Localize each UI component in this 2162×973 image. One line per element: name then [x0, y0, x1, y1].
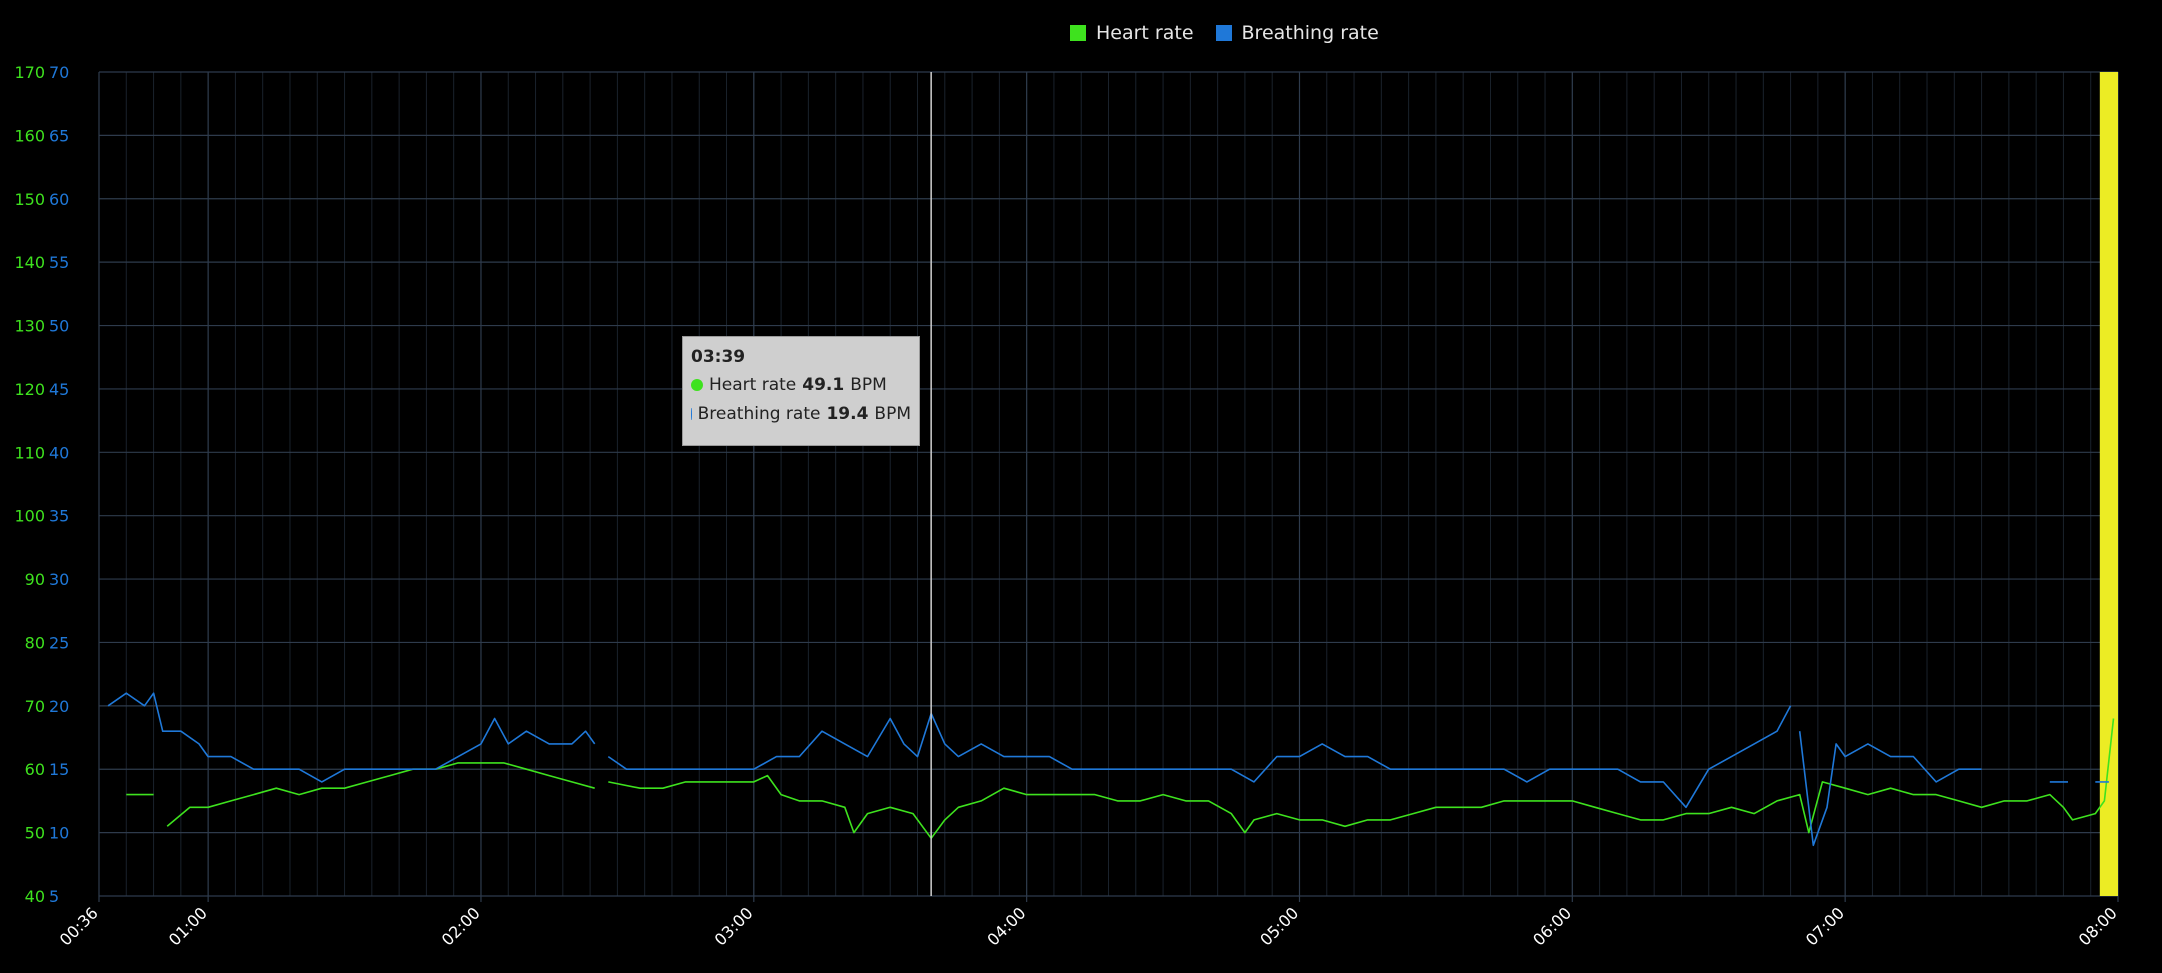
legend-swatch-heart	[1070, 25, 1086, 41]
tooltip-heart-unit: BPM	[850, 375, 887, 395]
y-left-tick-label: 40	[25, 887, 45, 906]
tooltip-breath-row: Breathing rate 19.4 BPM	[691, 404, 911, 424]
tooltip-breath-value: 19.4	[826, 404, 869, 424]
data-tooltip: 03:39 Heart rate 49.1 BPM Breathing rate…	[682, 336, 920, 446]
tooltip-time: 03:39	[691, 347, 746, 367]
y-left-tick-label: 80	[25, 633, 45, 652]
y-left-tick-label: 100	[14, 507, 45, 526]
legend-item-breathing-rate[interactable]: Breathing rate	[1215, 22, 1379, 44]
y-left-tick-label: 150	[14, 190, 45, 209]
legend-item-heart-rate[interactable]: Heart rate	[1070, 22, 1194, 44]
legend-swatch-breath	[1215, 25, 1232, 41]
y-right-tick-label: 5	[49, 887, 59, 906]
y-right-tick-label: 65	[49, 126, 69, 145]
legend-label-heart: Heart rate	[1096, 22, 1194, 44]
y-right-tick-label: 30	[49, 570, 69, 589]
y-left-tick-label: 60	[25, 760, 45, 779]
y-right-tick-label: 45	[49, 380, 69, 399]
y-right-tick-label: 35	[49, 507, 69, 526]
y-right-tick-label: 55	[49, 253, 69, 272]
y-left-tick-label: 160	[14, 126, 45, 145]
y-left-tick-label: 110	[14, 443, 45, 462]
y-left-tick-label: 140	[14, 253, 45, 272]
y-right-tick-label: 60	[49, 190, 69, 209]
y-left-tick-label: 120	[14, 380, 45, 399]
y-left-tick-label: 90	[25, 570, 45, 589]
y-right-tick-label: 50	[49, 317, 69, 336]
legend: Heart rate Breathing rate	[1070, 22, 1379, 44]
y-left-tick-label: 70	[25, 697, 45, 716]
tooltip-heart-label: Heart rate	[709, 375, 797, 395]
tooltip-breath-label: Breathing rate	[697, 404, 821, 424]
y-right-tick-label: 70	[49, 63, 69, 82]
tooltip-heart-row: Heart rate 49.1 BPM	[691, 375, 911, 395]
y-right-tick-label: 20	[49, 697, 69, 716]
tooltip-heart-value: 49.1	[802, 375, 845, 395]
y-right-tick-label: 40	[49, 443, 69, 462]
y-right-tick-label: 25	[49, 633, 69, 652]
y-left-tick-label: 170	[14, 63, 45, 82]
highlight-band	[2099, 72, 2118, 896]
y-left-tick-label: 50	[25, 824, 45, 843]
y-left-tick-label: 130	[14, 317, 45, 336]
heart-dot-icon	[691, 379, 703, 391]
breath-dot-icon	[691, 408, 692, 420]
chart-canvas: 40 50 60 70 80 90 100 110 120 130 140 150 160 170 5 10…	[0, 0, 2162, 973]
y-right-tick-label: 15	[49, 760, 69, 779]
legend-label-breath: Breathing rate	[1241, 22, 1379, 44]
tooltip-breath-unit: BPM	[874, 404, 911, 424]
y-right-tick-label: 10	[49, 824, 69, 843]
